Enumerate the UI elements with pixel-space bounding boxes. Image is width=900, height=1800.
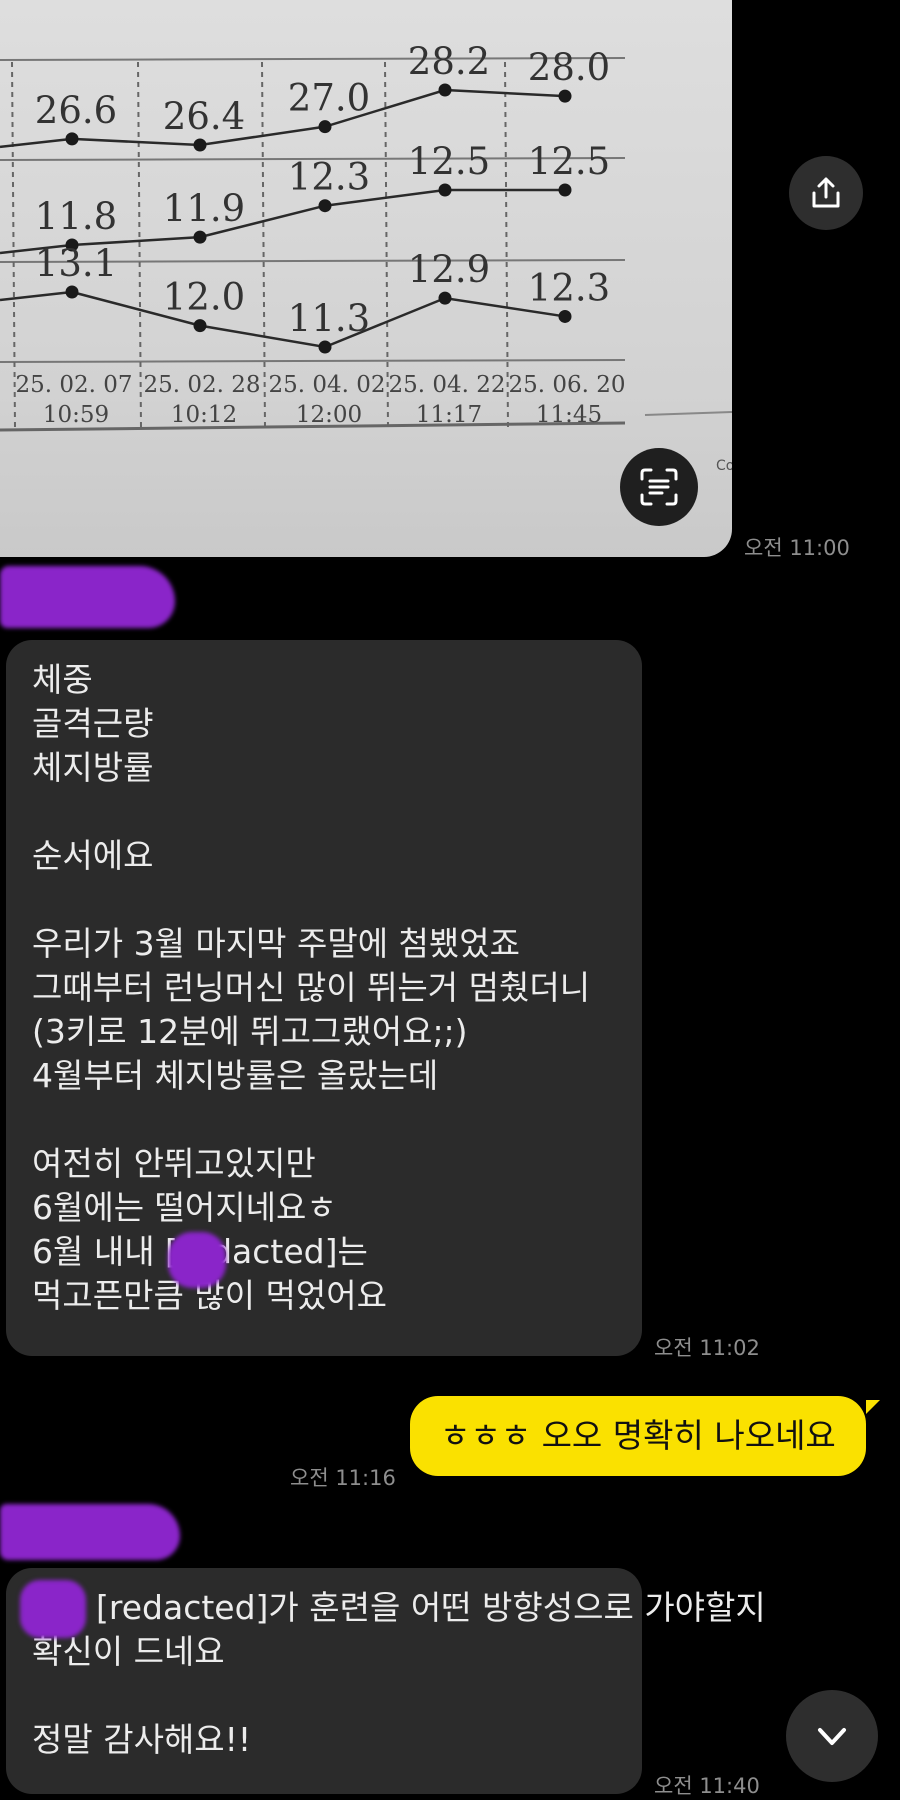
text-scan-icon (640, 468, 678, 506)
data-point (318, 120, 332, 134)
message-line: 체중 (32, 660, 93, 699)
data-point (558, 309, 572, 323)
data-label: 12.5 (528, 140, 610, 183)
data-label: 26.4 (163, 95, 245, 138)
share-button[interactable] (789, 156, 863, 230)
data-point (318, 199, 332, 213)
data-point (65, 285, 79, 299)
scroll-down-button[interactable] (786, 1690, 878, 1782)
redacted-sender-name (0, 566, 175, 628)
text-scan-button[interactable] (620, 448, 698, 526)
redacted-name (168, 1232, 226, 1288)
data-point (193, 319, 207, 333)
date-label: 25. 04. 22 (388, 372, 505, 398)
data-point (558, 89, 572, 103)
message-time: 오전 11:16 (290, 1466, 396, 1490)
data-label: 12.3 (528, 266, 610, 309)
data-point (438, 83, 452, 97)
message-bubble[interactable]: 체중 골격근량 체지방률 순서에요 우리가 3월 마지막 주말에 첨뵀었죠 그때… (6, 640, 642, 1356)
data-point (193, 230, 207, 244)
my-message-tail (866, 1400, 880, 1414)
data-label: 26.6 (35, 89, 117, 132)
my-message-bubble[interactable]: ㅎㅎㅎ 오오 명확히 나오네요 (410, 1396, 866, 1476)
series-line (0, 137, 73, 149)
data-label: 11.8 (35, 195, 117, 238)
message-line: 체지방률 (32, 748, 154, 787)
redacted-name (20, 1580, 86, 1638)
message-line: 여전히 안뛰고있지만 (32, 1144, 316, 1183)
data-point (558, 183, 572, 197)
time-label: 10:12 (171, 402, 237, 428)
data-label: 28.0 (528, 46, 610, 89)
message-time: 오전 11:02 (654, 1336, 760, 1360)
data-label: 12.5 (408, 140, 490, 183)
edge-text: Co (716, 458, 732, 474)
date-label: 25. 02. 28 (143, 372, 260, 398)
time-label: 12:00 (296, 402, 362, 428)
date-label: 25. 02. 07 (15, 372, 132, 398)
date-label: 25. 06. 20 (508, 372, 625, 398)
message-line: 6월 내내 [redacted]는 (32, 1232, 368, 1271)
time-label: 11:45 (536, 402, 602, 428)
share-upload-icon (812, 177, 840, 208)
data-label: 13.1 (35, 242, 117, 285)
data-point (438, 183, 452, 197)
grid-divider (261, 61, 266, 429)
data-point (193, 138, 207, 152)
chevron-down-icon (818, 1728, 846, 1745)
series-line (0, 290, 73, 302)
message-line: (3키로 12분에 뛰고그랬어요;;) (32, 1012, 468, 1051)
data-point (438, 291, 452, 305)
data-label: 11.9 (163, 187, 245, 230)
grid-line (644, 411, 732, 416)
message-time: 오전 11:00 (744, 536, 850, 560)
date-label: 25. 04. 02 (268, 372, 385, 398)
message-time: 오전 11:40 (654, 1774, 760, 1798)
message-line: 확신이 드네요 (32, 1632, 225, 1671)
message-line (32, 878, 616, 922)
data-label: 12.9 (408, 248, 490, 291)
message-line: 골격근량 (32, 704, 154, 743)
message-line (32, 790, 616, 834)
message-line (32, 1674, 616, 1718)
data-label: 12.3 (288, 156, 370, 199)
message-bubble[interactable]: [redacted]가 훈련을 어떤 방향성으로 가야할지 확신이 드네요 정말… (6, 1568, 766, 1794)
message-line (32, 1098, 616, 1142)
message-line: 정말 감사해요!! (32, 1720, 252, 1759)
message-line: 4월부터 체지방률은 올랐는데 (32, 1056, 439, 1095)
data-label: 27.0 (288, 77, 370, 120)
time-label: 11:17 (416, 402, 482, 428)
data-label: 11.3 (288, 297, 370, 340)
message-line: 순서에요 (32, 836, 154, 875)
data-label: 12.0 (163, 276, 245, 319)
data-point (318, 340, 332, 354)
message-line: [redacted]가 훈련을 어떤 방향성으로 가야할지 (96, 1588, 766, 1627)
message-line: 6월에는 떨어지네요ㅎ (32, 1188, 337, 1227)
message-line: 먹고픈만큼 많이 먹었어요 (32, 1276, 387, 1315)
grid-line (0, 359, 626, 363)
grid-divider (137, 61, 142, 429)
redacted-sender-name (0, 1504, 180, 1560)
message-line: 그때부터 런닝머신 많이 뛰는거 멈췄더니 (32, 968, 591, 1007)
data-label: 28.2 (408, 40, 490, 83)
message-line: 우리가 3월 마지막 주말에 첨뵀었죠 (32, 924, 520, 963)
data-point (65, 132, 79, 146)
time-label: 10:59 (43, 402, 109, 428)
